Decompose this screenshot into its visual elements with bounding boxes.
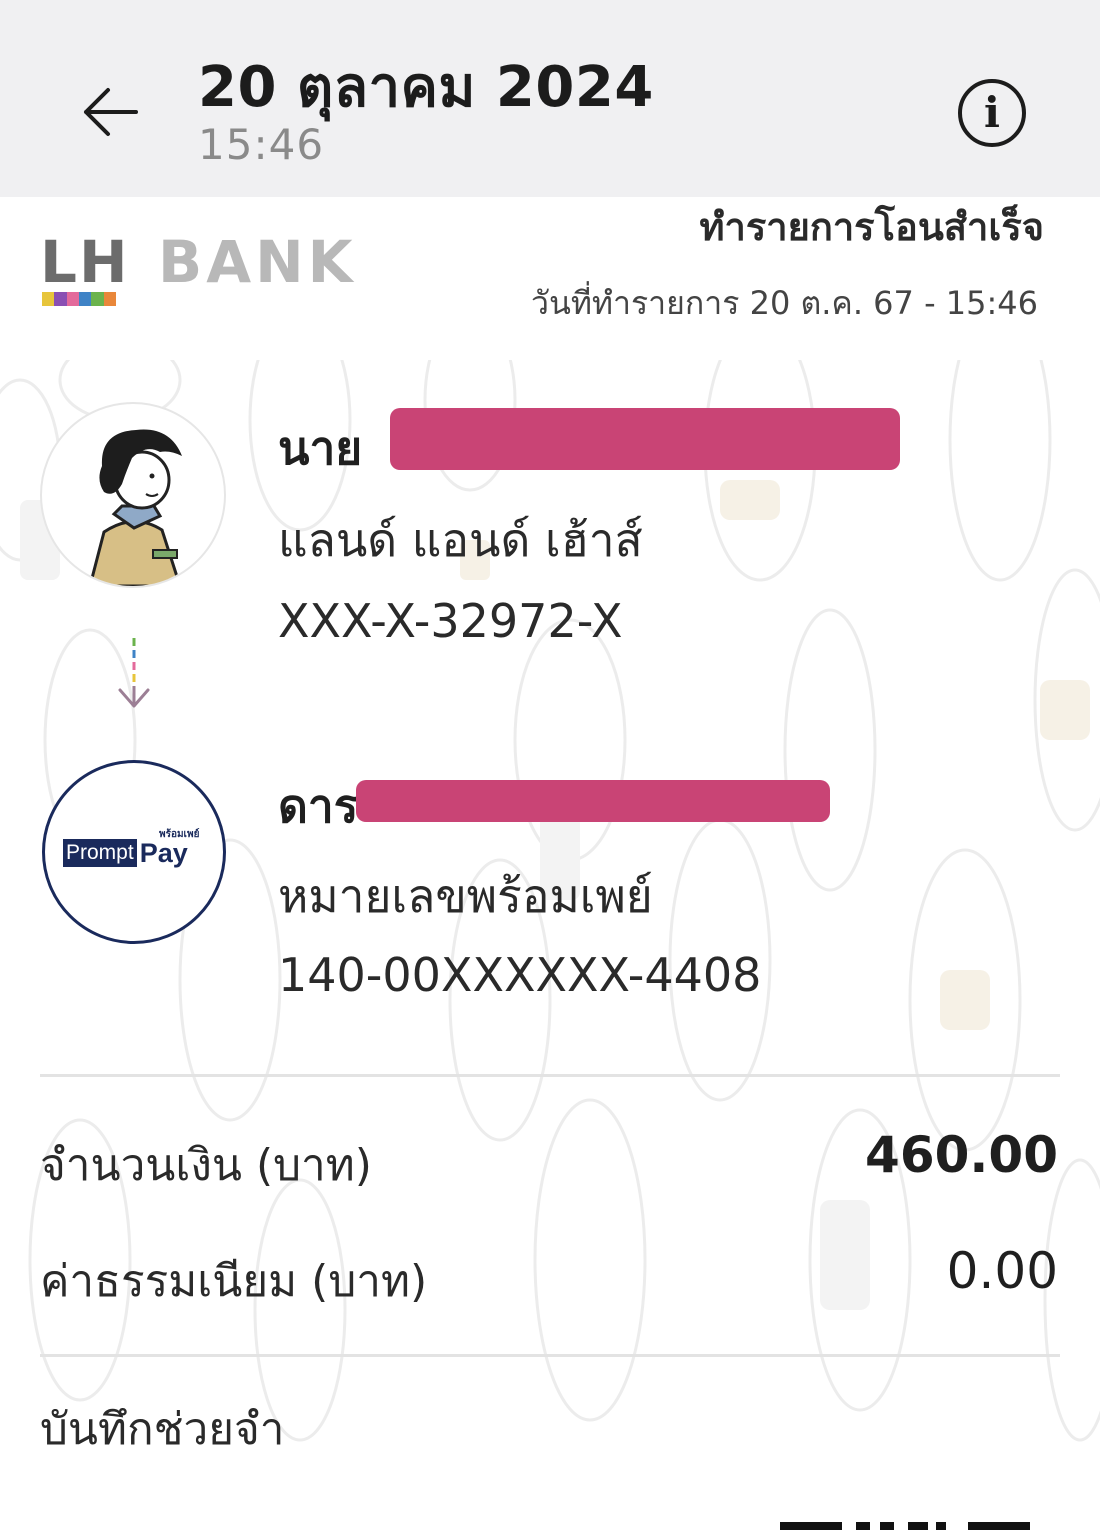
amount-value: 460.00: [865, 1126, 1058, 1184]
transfer-receipt-screen: 20 ตุลาคม 2024 15:46 i LH BANK ทำรายการโ…: [0, 0, 1100, 1530]
sender-bank: แลนด์ แอนด์ เฮ้าส์: [278, 513, 643, 567]
transfer-status-title: ทำรายการโอนสำเร็จ: [699, 205, 1044, 249]
sender-name-redaction: [390, 408, 900, 470]
bank-logo-stripe: [42, 292, 116, 306]
promptpay-logo: พร้อมเพย์ Prompt Pay: [42, 760, 226, 944]
arrow-down-icon: [118, 638, 150, 708]
receiver-method: หมายเลขพร้อมเพย์: [278, 869, 653, 923]
info-circle-icon: i: [984, 88, 1000, 137]
back-button[interactable]: [70, 72, 150, 152]
fee-label: ค่าธรรมเนียม (บาท): [40, 1256, 428, 1307]
promptpay-logo-pay: Pay: [139, 838, 188, 868]
promptpay-logo-prompt: Prompt: [63, 839, 137, 867]
user-character-icon: [88, 429, 182, 586]
sender-account: XXX-X-32972-X: [278, 594, 623, 648]
promptpay-logo-badge: Prompt Pay: [63, 839, 188, 867]
bank-logo-name: BANK: [158, 228, 357, 296]
qr-code: [780, 1522, 1030, 1530]
bank-logo: LH BANK: [40, 228, 360, 318]
receiver-account: 140-00XXXXXX-4408: [278, 948, 762, 1002]
transaction-date: วันที่ทำรายการ 20 ต.ค. 67 - 15:46: [530, 284, 1038, 322]
bank-logo-lh: LH: [40, 228, 130, 296]
divider: [40, 1354, 1060, 1357]
sender-name: นาย: [278, 421, 363, 475]
divider: [40, 1074, 1060, 1077]
header-time: 15:46: [198, 120, 325, 169]
receiver-name: ดาร: [278, 779, 359, 833]
sender-avatar: [40, 402, 226, 588]
info-button[interactable]: i: [958, 79, 1026, 147]
fee-value: 0.00: [946, 1242, 1058, 1300]
header-date: 20 ตุลาคม 2024: [198, 55, 654, 120]
app-bar: 20 ตุลาคม 2024 15:46 i: [0, 0, 1100, 197]
receiver-name-redaction: [356, 780, 830, 822]
arrow-left-icon: [84, 88, 138, 136]
memo-label: บันทึกช่วยจำ: [40, 1404, 285, 1455]
amount-label: จำนวนเงิน (บาท): [40, 1140, 372, 1191]
